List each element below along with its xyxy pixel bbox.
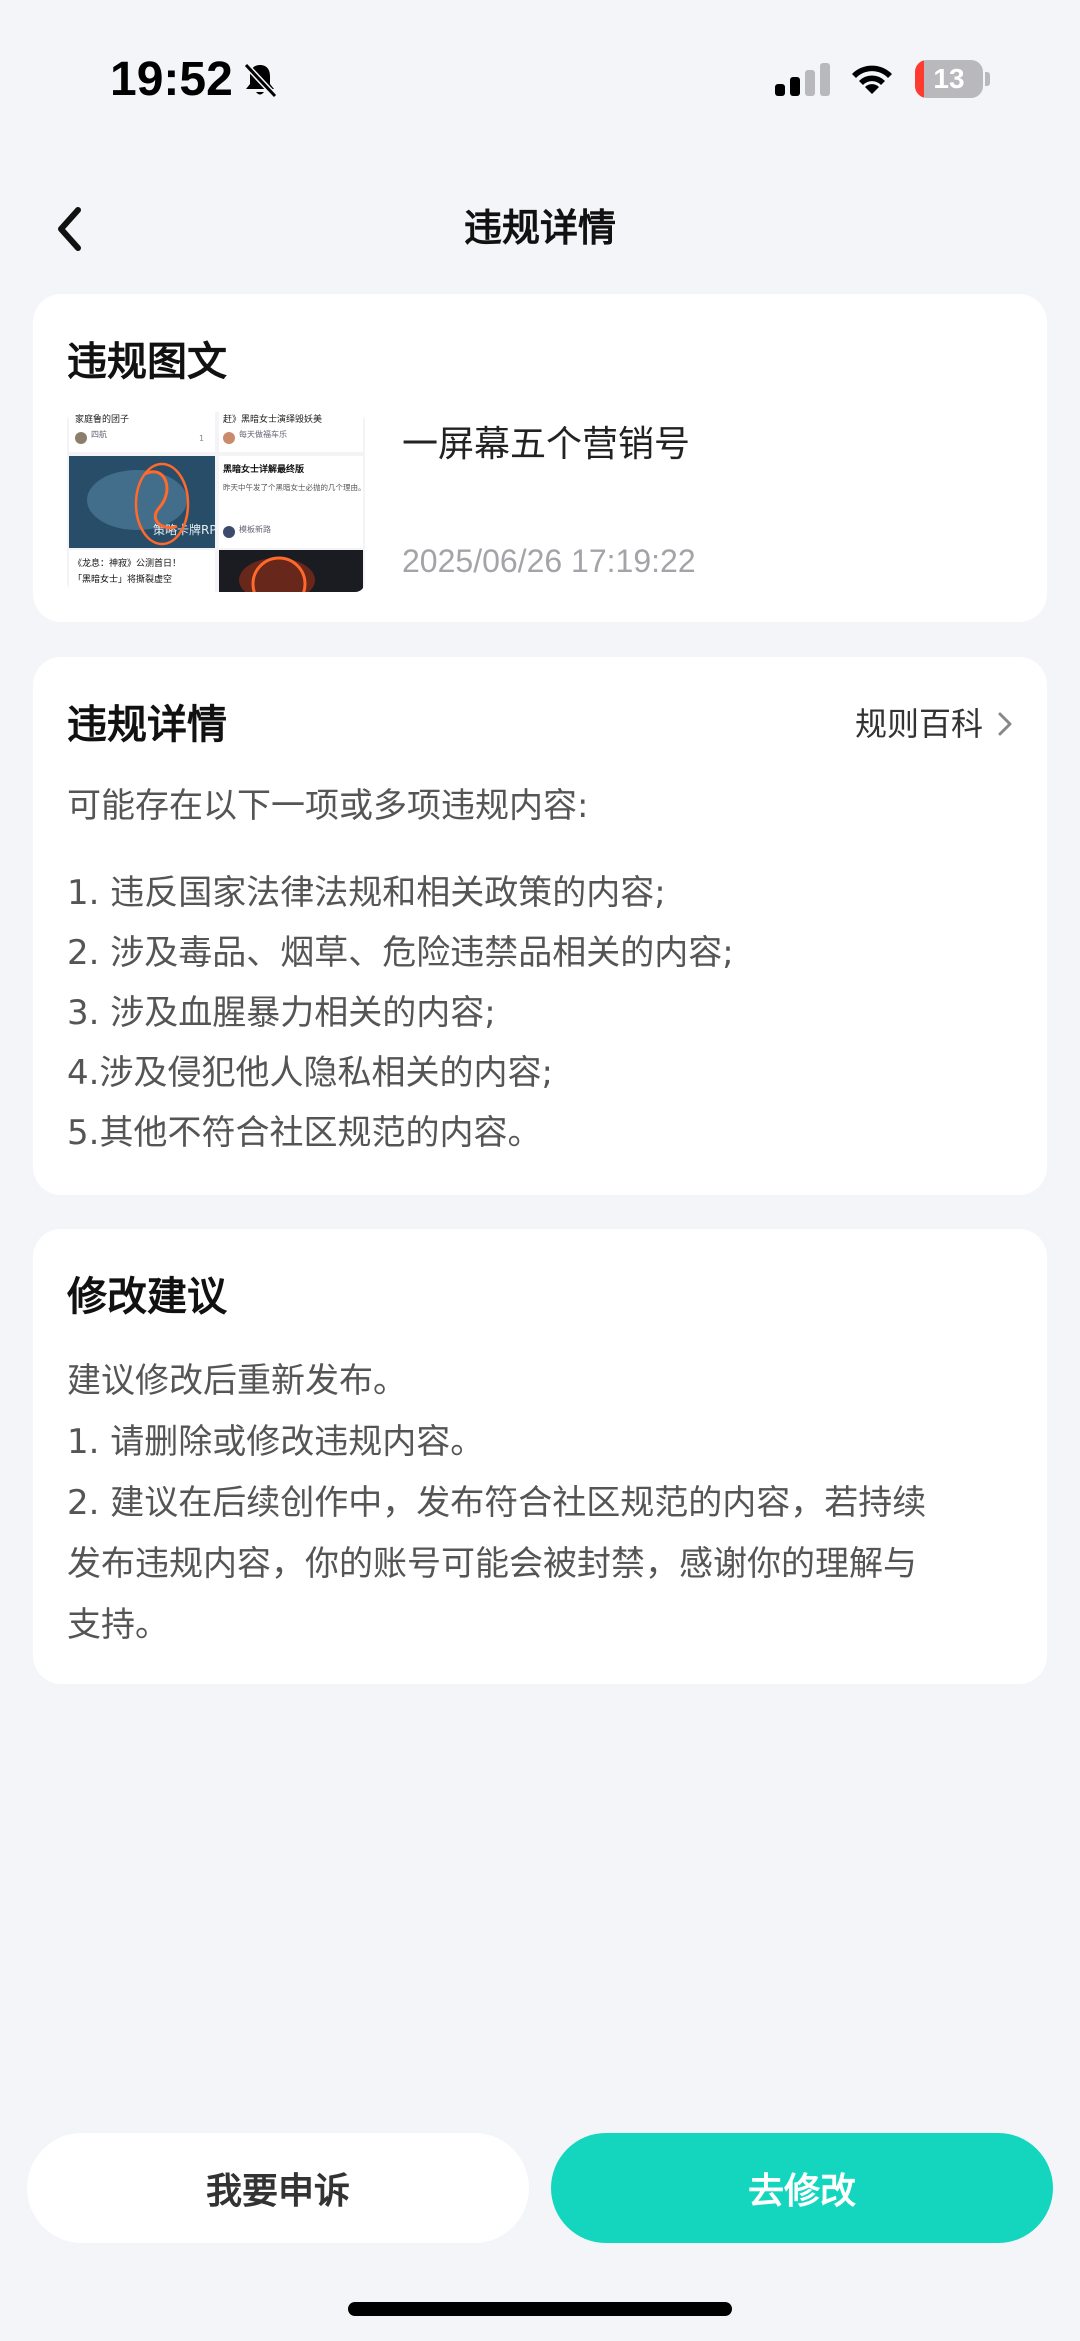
thumb-like-count: 1 <box>199 434 204 443</box>
violation-post-card: 违规图文 家庭鲁的团子 四航 1 赶》黑暗女士演绎毁妖美 每天做福车乐 策略卡牌… <box>33 294 1047 622</box>
suggestion-line: 发布违规内容，你的账号可能会被封禁，感谢你的理解与 <box>67 1544 917 1584</box>
violation-item: 2. 涉及毒品、烟草、危险违禁品相关的内容; <box>67 933 734 973</box>
suggestion-card: 修改建议 建议修改后重新发布。 1. 请删除或修改违规内容。 2. 建议在后续创… <box>33 1229 1047 1684</box>
violation-item: 1. 违反国家法律法规和相关政策的内容; <box>67 873 666 913</box>
suggestion-line: 建议修改后重新发布。 <box>67 1361 407 1401</box>
violation-item: 5.其他不符合社区规范的内容。 <box>67 1113 542 1153</box>
suggestion-line: 支持。 <box>67 1605 169 1645</box>
battery-icon: 13 <box>915 60 991 98</box>
appeal-button[interactable]: 我要申诉 <box>27 2133 529 2243</box>
suggestion-text: 建议修改后重新发布。 1. 请删除或修改违规内容。 2. 建议在后续创作中，发布… <box>67 1351 1017 1656</box>
violation-list: 1. 违反国家法律法规和相关政策的内容; 2. 涉及毒品、烟草、危险违禁品相关的… <box>67 863 1017 1163</box>
status-time: 19:52 <box>110 53 233 106</box>
thumb-bottom-caption-1: 《龙息：神寂》公测首日！ <box>73 557 181 569</box>
home-indicator[interactable] <box>348 2302 732 2316</box>
post-card-heading: 违规图文 <box>67 339 227 385</box>
thumb-author-right: 每天做福车乐 <box>239 429 287 439</box>
page-title: 违规详情 <box>463 206 616 250</box>
violation-item: 3. 涉及血腥暴力相关的内容; <box>67 993 496 1033</box>
thumb-author-left: 四航 <box>91 429 107 439</box>
rules-link-label: 规则百科 <box>854 705 983 743</box>
violation-card-heading: 违规详情 <box>67 702 227 748</box>
wifi-icon <box>852 65 892 94</box>
thumb-caption-top-left: 家庭鲁的团子 <box>75 413 129 425</box>
bell-muted-icon <box>243 62 278 99</box>
rules-encyclopedia-link[interactable]: 规则百科 <box>855 699 1013 749</box>
thumb-right-post-title: 黑暗女士详解最终版 <box>223 463 304 475</box>
thumb-right-post-body: 昨天中午发了个黑暗女士必抛的几个理由。可惜内容量消息… <box>223 482 365 492</box>
edit-button[interactable]: 去修改 <box>551 2133 1053 2243</box>
violation-details-card: 违规详情 规则百科 可能存在以下一项或多项违规内容: 1. 违反国家法律法规和相… <box>33 657 1047 1195</box>
status-bar: 19:52 13 <box>0 0 1080 160</box>
signal-icon <box>775 63 830 96</box>
battery-level-text: 13 <box>933 63 965 94</box>
thumb-right-post-author: 模板新路 <box>239 524 271 534</box>
thumb-bottom-caption-2: 「黑暗女士」将撕裂虚空 <box>73 573 172 585</box>
suggestion-card-heading: 修改建议 <box>67 1274 227 1320</box>
post-thumbnail[interactable]: 家庭鲁的团子 四航 1 赶》黑暗女士演绎毁妖美 每天做福车乐 策略卡牌RP 黑暗… <box>67 412 365 592</box>
post-title: 一屏幕五个营销号 <box>402 424 691 465</box>
violation-item: 4.涉及侵犯他人隐私相关的内容; <box>67 1053 553 1093</box>
violation-intro: 可能存在以下一项或多项违规内容: <box>67 786 589 826</box>
suggestion-line: 2. 建议在后续创作中，发布符合社区规范的内容，若持续 <box>67 1483 927 1523</box>
suggestion-line: 1. 请删除或修改违规内容。 <box>67 1422 485 1462</box>
thumb-caption-top-right: 赶》黑暗女士演绎毁妖美 <box>223 413 322 425</box>
post-date: 2025/06/26 17:19:22 <box>402 543 696 579</box>
chevron-right-icon <box>998 712 1012 736</box>
